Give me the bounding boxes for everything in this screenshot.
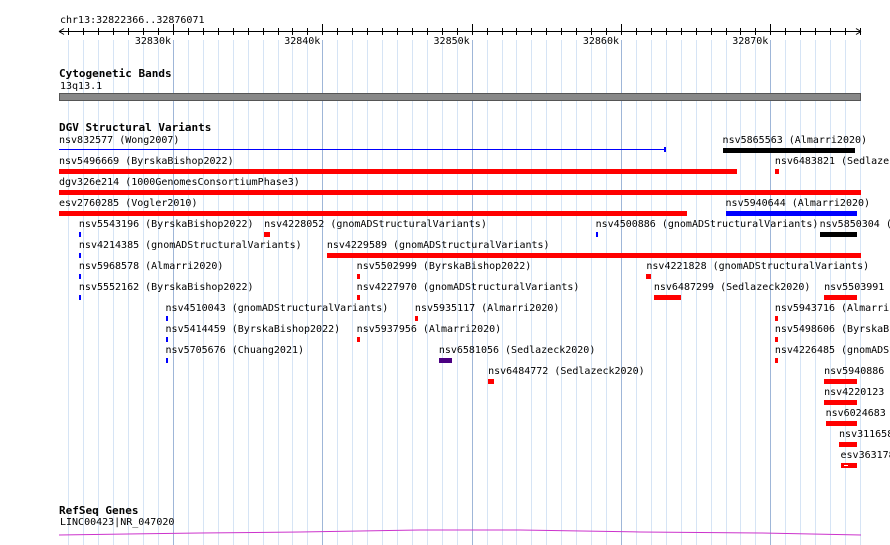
- sv-feature-label: nsv5502999 (ByrskaBishop2022): [356, 261, 532, 272]
- sv-feature-bar[interactable]: [774, 358, 778, 363]
- sv-feature-label: nsv5940644 (Almarri2020): [725, 198, 871, 209]
- sv-feature-label: nsv5850304 (Almarri2020): [819, 219, 890, 230]
- sv-feature-label: nsv5940886 (Almarri2020): [824, 366, 890, 377]
- sv-feature-label: nsv5498606 (ByrskaBishop2022): [774, 324, 890, 335]
- sv-feature-label: nsv4221828 (gnomADStructuralVariants): [646, 261, 870, 272]
- sv-feature-label: nsv5705676 (Chuang2021): [165, 345, 305, 356]
- sv-feature-bar[interactable]: [356, 337, 360, 342]
- sv-feature-bar[interactable]: [59, 211, 687, 216]
- sv-feature-label: nsv4214385 (gnomADStructuralVariants): [78, 240, 302, 251]
- sv-feature-bar[interactable]: [824, 379, 857, 384]
- sv-feature-bar[interactable]: [824, 400, 857, 405]
- sv-feature-bar[interactable]: [414, 316, 418, 321]
- sv-feature-bar[interactable]: [78, 295, 82, 300]
- sv-feature-bar[interactable]: [774, 337, 778, 342]
- sv-feature-bar[interactable]: [78, 274, 82, 279]
- sv-feature-label: nsv832577 (Wong2007): [59, 135, 180, 146]
- sv-feature-label: nsv311658 (Pang2010): [839, 429, 890, 440]
- sv-feature-label: nsv5937956 (Almarri2020): [356, 324, 502, 335]
- sv-feature-label: esv3631789 (1000GenomesConsortiumPhase3): [840, 450, 890, 461]
- sv-feature-bar[interactable]: [165, 337, 168, 342]
- sv-feature-label: nsv4500886 (gnomADStructuralVariants): [595, 219, 819, 230]
- sv-feature-bar[interactable]: [59, 169, 738, 174]
- sv-feature-bar[interactable]: [819, 232, 857, 237]
- sv-feature-label: nsv5552162 (ByrskaBishop2022): [78, 282, 254, 293]
- sv-feature-label: nsv4227970 (gnomADStructuralVariants): [356, 282, 580, 293]
- sv-feature-label: nsv5935117 (Almarri2020): [414, 303, 560, 314]
- sv-feature-bar[interactable]: [725, 211, 857, 216]
- sv-feature-bar[interactable]: [595, 232, 598, 237]
- sv-feature-label: nsv4226485 (gnomADStructuralVariants): [774, 345, 890, 356]
- sv-feature-gap: [843, 465, 848, 466]
- sv-feature-label: nsv5543196 (ByrskaBishop2022): [78, 219, 254, 230]
- sv-feature-label: nsv4220123 (gnomADStructuralVariants): [824, 387, 890, 398]
- sv-feature-label: nsv6484772 (Sedlazeck2020): [488, 366, 645, 377]
- sv-feature-bar[interactable]: [824, 295, 857, 300]
- sv-feature-bar[interactable]: [59, 149, 666, 150]
- sv-feature-label: nsv4510043 (gnomADStructuralVariants): [165, 303, 389, 314]
- refseq-track-title[interactable]: RefSeq Genes: [59, 504, 138, 517]
- sv-feature-bar[interactable]: [78, 232, 82, 237]
- sv-feature-bar[interactable]: [78, 253, 82, 258]
- sv-feature-label: esv2760285 (Vogler2010): [59, 198, 198, 209]
- sv-feature-label: nsv5943716 (Almarri2020): [774, 303, 890, 314]
- sv-feature-bar[interactable]: [774, 169, 780, 174]
- sv-feature-label: nsv6487299 (Sedlazeck2020): [653, 282, 811, 293]
- genome-browser-canvas: { "ruler": { "range_label": "chr13:32822…: [0, 0, 890, 545]
- sv-feature-bar[interactable]: [264, 232, 271, 237]
- sv-feature-label: nsv5968578 (Almarri2020): [78, 261, 224, 272]
- sv-feature-label: nsv6024683 (Almarri2020): [825, 408, 890, 419]
- refseq-gene-model[interactable]: [0, 526, 890, 538]
- dgv-feature-layer: nsv832577 (Wong2007) nsv5865563 (Almarri2…: [0, 0, 890, 545]
- sv-feature-label: dgv326e214 (1000GenomesConsortiumPhase3): [59, 177, 300, 188]
- sv-feature-bar[interactable]: [774, 316, 778, 321]
- sv-feature-bar[interactable]: [438, 358, 453, 363]
- sv-feature-label: nsv5496669 (ByrskaBishop2022): [59, 156, 234, 167]
- sv-feature-bar[interactable]: [839, 442, 857, 447]
- sv-feature-bar[interactable]: [59, 190, 861, 195]
- sv-feature-bar[interactable]: [825, 421, 857, 426]
- sv-feature-bar[interactable]: [356, 274, 360, 279]
- sv-feature-label: nsv6581056 (Sedlazeck2020): [438, 345, 596, 356]
- sv-feature-bar[interactable]: [722, 148, 856, 153]
- sv-feature-bar[interactable]: [488, 379, 495, 384]
- sv-feature-label: nsv6483821 (Sedlazeck2020): [774, 156, 890, 167]
- sv-feature-bar[interactable]: [165, 316, 168, 321]
- sv-feature-bar[interactable]: [165, 358, 168, 363]
- sv-feature-bar[interactable]: [326, 253, 861, 258]
- sv-feature-bar[interactable]: [646, 274, 651, 279]
- sv-feature-bar[interactable]: [653, 295, 681, 300]
- sv-feature-label: nsv5414459 (ByrskaBishop2022): [165, 324, 341, 335]
- sv-feature-label: nsv4229589 (gnomADStructuralVariants): [326, 240, 550, 251]
- sv-feature-label: nsv5503991 (ByrskaBishop2022): [824, 282, 890, 293]
- sv-feature-label: nsv4228052 (gnomADStructuralVariants): [264, 219, 487, 230]
- sv-feature-bar[interactable]: [356, 295, 360, 300]
- sv-feature-label: nsv5865563 (Almarri2020): [722, 135, 868, 146]
